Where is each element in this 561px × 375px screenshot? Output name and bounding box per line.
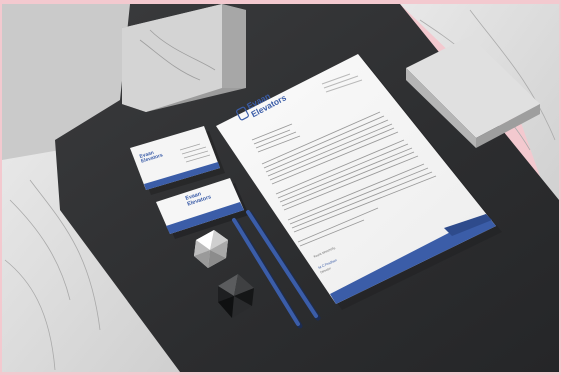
mockup-scene: Evaan Elevators Yours sincerely, M.C.Pra… <box>0 0 561 375</box>
scene-canvas: Evaan Elevators Yours sincerely, M.C.Pra… <box>0 0 561 375</box>
marble-block-left-edge <box>222 4 246 88</box>
